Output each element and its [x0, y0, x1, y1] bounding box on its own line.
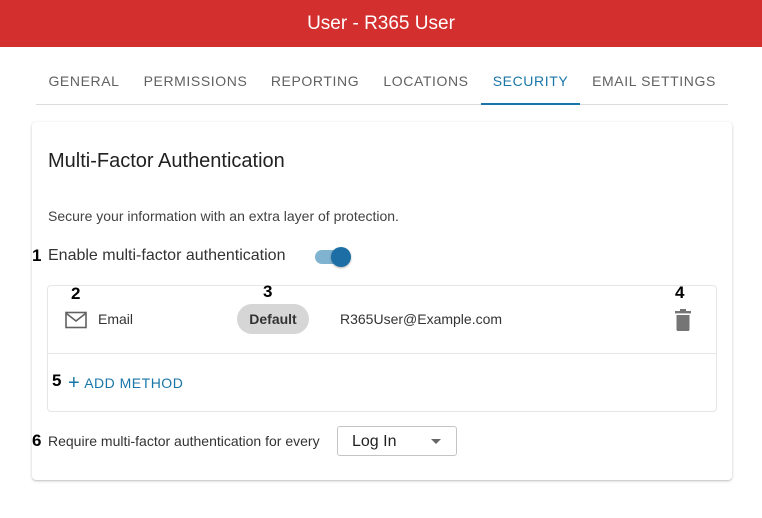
add-method-button[interactable]: + ADD METHOD [68, 373, 183, 393]
mail-icon [65, 311, 87, 329]
mfa-title: Multi-Factor Authentication [48, 150, 285, 172]
chevron-down-icon [431, 439, 441, 444]
window-title-bar: User - R365 User [0, 0, 762, 47]
window-title: User - R365 User [307, 12, 455, 34]
trash-icon[interactable] [672, 308, 694, 332]
annotation-marker-6: 6 [32, 431, 42, 450]
tab-email-settings[interactable]: EMAIL SETTINGS [580, 58, 728, 104]
method-email-address: R365User@Example.com [340, 311, 503, 327]
require-mfa-label: Require multi-factor authentication for … [48, 433, 320, 449]
method-type: Email [98, 311, 134, 327]
default-badge: Default [237, 304, 309, 334]
tab-locations[interactable]: LOCATIONS [371, 58, 481, 104]
require-mfa-select[interactable]: Log In [337, 426, 457, 456]
mfa-method-row: Email Default R365User@Example.com [48, 286, 716, 354]
plus-icon: + [68, 372, 81, 394]
add-method-label: ADD METHOD [84, 375, 184, 391]
enable-mfa-toggle[interactable] [314, 247, 352, 267]
annotation-marker-1: 1 [32, 246, 42, 265]
tab-bar: GENERAL PERMISSIONS REPORTING LOCATIONS … [36, 58, 728, 105]
tab-reporting[interactable]: REPORTING [259, 58, 371, 104]
tab-security[interactable]: SECURITY [481, 58, 580, 105]
annotation-marker-5: 5 [52, 371, 62, 390]
require-mfa-value: Log In [352, 433, 397, 450]
tab-permissions[interactable]: PERMISSIONS [132, 58, 259, 104]
mfa-description: Secure your information with an extra la… [48, 208, 399, 224]
enable-mfa-label: Enable multi-factor authentication [48, 247, 286, 264]
toggle-thumb [331, 247, 351, 267]
mfa-card: Multi-Factor Authentication Secure your … [32, 122, 732, 480]
mfa-methods-list: 2 3 4 Email Default R365User@Example.com… [47, 282, 717, 412]
tab-general[interactable]: GENERAL [36, 58, 132, 104]
